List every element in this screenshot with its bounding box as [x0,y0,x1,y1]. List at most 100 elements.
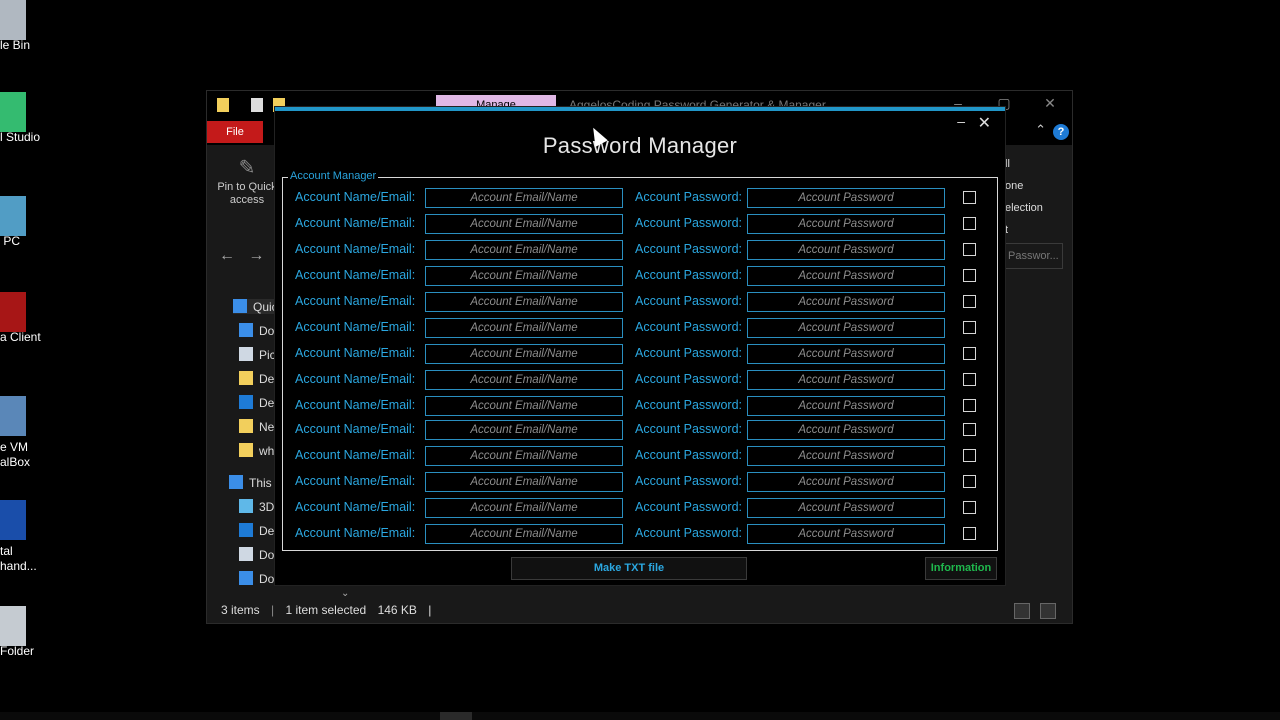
account-password-input[interactable] [747,266,945,286]
row-checkbox[interactable] [963,501,976,514]
tree-item[interactable]: This [229,475,272,490]
ribbon-item[interactable]: one [1005,175,1043,197]
ribbon-item[interactable]: election [1005,197,1043,219]
tree-item[interactable]: Do [239,571,274,586]
account-row: Account Name/Email: Account Password: [283,265,997,286]
information-button[interactable]: Information [925,557,997,580]
account-email-input[interactable] [425,498,623,518]
account-email-label: Account Name/Email: [295,320,416,334]
account-email-input[interactable] [425,188,623,208]
tree-item-icon [239,547,253,561]
make-txt-file-button[interactable]: Make TXT file [511,557,747,580]
account-password-input[interactable] [747,240,945,260]
row-checkbox[interactable] [963,269,976,282]
row-checkbox[interactable] [963,373,976,386]
account-email-input[interactable] [425,292,623,312]
tree-item[interactable]: Do [239,323,274,338]
account-email-input[interactable] [425,266,623,286]
tree-item[interactable]: De [239,523,274,538]
account-password-input[interactable] [747,292,945,312]
account-email-input[interactable] [425,240,623,260]
page-title: Password Manager [542,133,738,158]
account-password-input[interactable] [747,396,945,416]
desktop-icon-label: e VM alBox [0,440,31,469]
row-checkbox[interactable] [963,527,976,540]
desktop-icon-label: Folder [0,644,35,658]
tree-item[interactable]: De [239,371,274,386]
tree-item[interactable]: wh [239,443,274,458]
properties-icon[interactable] [251,98,263,112]
row-checkbox[interactable] [963,321,976,334]
account-email-input[interactable] [425,344,623,364]
taskbar-active-item[interactable] [440,712,472,720]
account-password-label: Account Password: [635,372,742,386]
tree-item[interactable]: Pic [239,347,276,362]
row-checkbox[interactable] [963,449,976,462]
details-view-icon[interactable] [1014,603,1030,619]
tree-item-icon [229,475,243,489]
tree-item[interactable]: De [239,395,274,410]
search-input[interactable]: Passwor... [1003,243,1063,269]
account-email-label: Account Name/Email: [295,190,416,204]
row-checkbox[interactable] [963,243,976,256]
account-manager-group: Account Manager Account Name/Email: Accou… [282,170,998,551]
account-password-input[interactable] [747,370,945,390]
account-email-input[interactable] [425,420,623,440]
account-row: Account Name/Email: Account Password: [283,395,997,416]
large-icons-view-icon[interactable] [1040,603,1056,619]
account-email-input[interactable] [425,370,623,390]
account-password-label: Account Password: [635,294,742,308]
tree-item[interactable]: 3D [239,499,274,514]
row-checkbox[interactable] [963,475,976,488]
ribbon-item[interactable]: ll [1005,153,1043,175]
row-checkbox[interactable] [963,347,976,360]
account-row: Account Name/Email: Account Password: [283,369,997,390]
row-checkbox[interactable] [963,423,976,436]
tree-item-icon [239,347,253,361]
pin-to-quick-access-button[interactable]: ✎ Pin to Quick access [213,155,281,207]
account-row: Account Name/Email: Account Password: [283,187,997,208]
account-email-input[interactable] [425,524,623,544]
account-email-label: Account Name/Email: [295,448,416,462]
account-password-input[interactable] [747,498,945,518]
account-email-label: Account Name/Email: [295,500,416,514]
account-row: Account Name/Email: Account Password: [283,343,997,364]
account-email-input[interactable] [425,472,623,492]
row-checkbox[interactable] [963,399,976,412]
account-email-input[interactable] [425,396,623,416]
nav-arrows: ← → [219,247,264,265]
account-password-label: Account Password: [635,500,742,514]
account-password-input[interactable] [747,214,945,234]
account-email-input[interactable] [425,214,623,234]
account-email-input[interactable] [425,446,623,466]
account-password-label: Account Password: [635,268,742,282]
ribbon-item[interactable]: t [1005,219,1043,241]
row-checkbox[interactable] [963,217,976,230]
close-icon[interactable]: ✕ [1040,95,1060,112]
account-email-label: Account Name/Email: [295,346,416,360]
row-checkbox[interactable] [963,295,976,308]
account-password-input[interactable] [747,318,945,338]
forward-arrow-icon[interactable]: → [248,247,264,264]
file-tab[interactable]: File [207,121,263,143]
tree-item[interactable]: Do [239,547,274,562]
account-password-input[interactable] [747,472,945,492]
row-checkbox[interactable] [963,191,976,204]
account-email-input[interactable] [425,318,623,338]
chevron-up-icon[interactable]: ⌃ [1035,122,1046,138]
tree-item[interactable]: Ne [239,419,274,434]
account-row: Account Name/Email: Account Password: [283,445,997,466]
back-arrow-icon[interactable]: ← [219,247,235,264]
account-password-input[interactable] [747,524,945,544]
account-password-input[interactable] [747,420,945,440]
account-password-input[interactable] [747,188,945,208]
account-email-label: Account Name/Email: [295,398,416,412]
account-password-input[interactable] [747,344,945,364]
tree-item-icon [239,323,253,337]
password-manager-window: Password Manager – ✕ Account Manager Acc… [274,106,1006,586]
help-icon[interactable]: ? [1053,124,1069,140]
pin-icon: ✎ [238,157,256,179]
close-icon[interactable]: ✕ [978,113,991,133]
account-password-input[interactable] [747,446,945,466]
minimize-icon[interactable]: – [957,113,965,129]
